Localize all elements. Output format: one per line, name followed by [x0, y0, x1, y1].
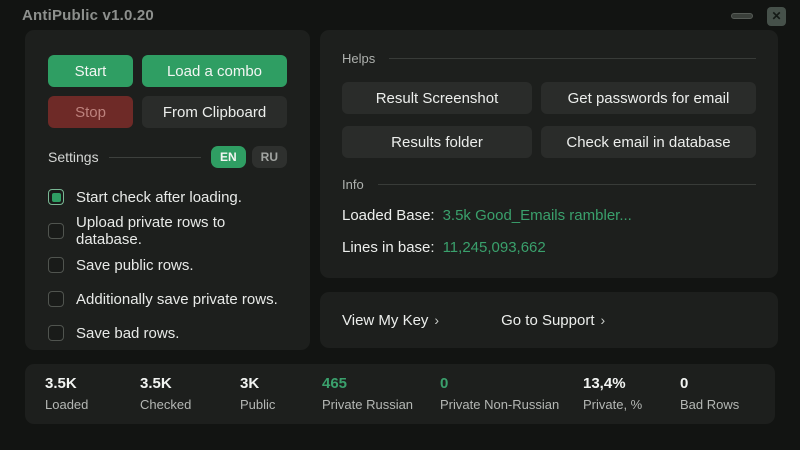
checkbox-label: Upload private rows to database.: [76, 214, 226, 248]
loaded-base-label: Loaded Base:: [342, 207, 435, 224]
stat-label: Private Non-Russian: [440, 397, 560, 412]
settings-divider: [108, 156, 201, 158]
from-clipboard-button[interactable]: From Clipboard: [142, 96, 287, 128]
stop-button[interactable]: Stop: [48, 96, 133, 128]
language-en-toggle[interactable]: EN: [210, 146, 246, 168]
start-button[interactable]: Start: [48, 55, 133, 87]
go-to-support-label: Go to Support: [501, 311, 595, 329]
checkbox-start-check-after-loading[interactable]: Start check after loading.: [48, 180, 287, 214]
stat-label: Checked: [140, 397, 192, 412]
language-ru-toggle[interactable]: RU: [251, 146, 287, 168]
helps-header: Helps: [342, 50, 756, 66]
stat-label: Private, %: [583, 397, 643, 412]
stat-private-non-russian: 0 Private Non-Russian: [440, 374, 583, 414]
stat-value: 3.5K: [140, 375, 172, 392]
action-buttons: Start Load a combo Stop From Clipboard: [48, 55, 287, 128]
checkbox-additionally-save-private-rows[interactable]: Additionally save private rows.: [48, 282, 287, 316]
stat-value: 0: [440, 375, 449, 392]
helps-info-panel: Helps Result Screenshot Get passwords fo…: [320, 30, 778, 278]
stat-value: 13,4%: [583, 375, 626, 392]
helps-label: Helps: [342, 50, 376, 66]
helps-buttons: Result Screenshot Get passwords for emai…: [342, 82, 756, 158]
stat-value: 3K: [240, 375, 260, 392]
info-label: Info: [342, 176, 364, 192]
settings-label: Settings: [48, 149, 99, 165]
links-panel: View My Key › Go to Support ›: [320, 292, 778, 348]
checkbox-save-public-rows[interactable]: Save public rows.: [48, 248, 287, 282]
titlebar: AntiPublic v1.0.20 ✕: [0, 0, 800, 30]
chevron-right-icon: ›: [600, 312, 606, 328]
close-icon[interactable]: ✕: [767, 6, 786, 26]
lines-in-base-label: Lines in base:: [342, 239, 435, 256]
checkbox-icon[interactable]: [48, 223, 64, 239]
load-combo-button[interactable]: Load a combo: [142, 55, 287, 87]
view-my-key-link[interactable]: View My Key ›: [342, 312, 439, 329]
lines-in-base-value: 11,245,093,662: [442, 239, 546, 256]
checkbox-label: Start check after loading.: [76, 188, 242, 206]
result-screenshot-button[interactable]: Result Screenshot: [342, 82, 532, 114]
stat-bad-rows: 0 Bad Rows: [680, 374, 739, 414]
info-divider: [377, 183, 756, 185]
view-my-key-label: View My Key: [342, 311, 429, 329]
stat-value: 465: [322, 375, 348, 392]
checkbox-icon[interactable]: [48, 291, 64, 307]
loaded-base-row: Loaded Base: 3.5k Good_Emails rambler...: [342, 207, 756, 224]
results-folder-button[interactable]: Results folder: [342, 126, 532, 158]
checkbox-icon[interactable]: [48, 257, 64, 273]
loaded-base-value: 3.5k Good_Emails rambler...: [442, 207, 632, 224]
stats-bar: 3.5K Loaded 3.5K Checked 3K Public 465 P…: [25, 364, 775, 424]
stat-private-russian: 465 Private Russian: [322, 374, 440, 414]
helps-divider: [389, 57, 756, 59]
go-to-support-link[interactable]: Go to Support ›: [501, 312, 605, 329]
check-email-in-database-button[interactable]: Check email in database: [541, 126, 756, 158]
stat-checked: 3.5K Checked: [140, 374, 240, 414]
chevron-right-icon: ›: [434, 312, 440, 328]
stat-loaded: 3.5K Loaded: [45, 374, 140, 414]
checkbox-save-bad-rows[interactable]: Save bad rows.: [48, 316, 287, 350]
checkbox-label: Additionally save private rows.: [76, 290, 278, 308]
checkbox-label: Save public rows.: [76, 256, 194, 274]
lines-in-base-row: Lines in base: 11,245,093,662: [342, 239, 756, 256]
info-header: Info: [342, 176, 756, 192]
window-controls: ✕: [731, 6, 786, 26]
settings-checkbox-list: Start check after loading. Upload privat…: [48, 180, 287, 350]
stat-value: 0: [680, 375, 689, 392]
stat-private-percent: 13,4% Private, %: [583, 374, 680, 414]
stat-label: Public: [240, 397, 276, 412]
stat-label: Loaded: [45, 397, 89, 412]
stat-value: 3.5K: [45, 375, 77, 392]
stat-label: Private Russian: [322, 397, 414, 412]
checkbox-icon[interactable]: [48, 189, 64, 205]
control-panel: Start Load a combo Stop From Clipboard S…: [25, 30, 310, 350]
stat-public: 3K Public: [240, 374, 322, 414]
get-passwords-for-email-button[interactable]: Get passwords for email: [541, 82, 756, 114]
settings-header: Settings EN RU: [48, 146, 287, 168]
checkbox-label: Save bad rows.: [76, 324, 180, 342]
app-title: AntiPublic v1.0.20: [22, 7, 154, 24]
checkbox-icon[interactable]: [48, 325, 64, 341]
checkbox-upload-private-rows[interactable]: Upload private rows to database.: [48, 214, 287, 248]
minimize-icon[interactable]: [731, 13, 753, 19]
stat-label: Bad Rows: [680, 397, 740, 412]
